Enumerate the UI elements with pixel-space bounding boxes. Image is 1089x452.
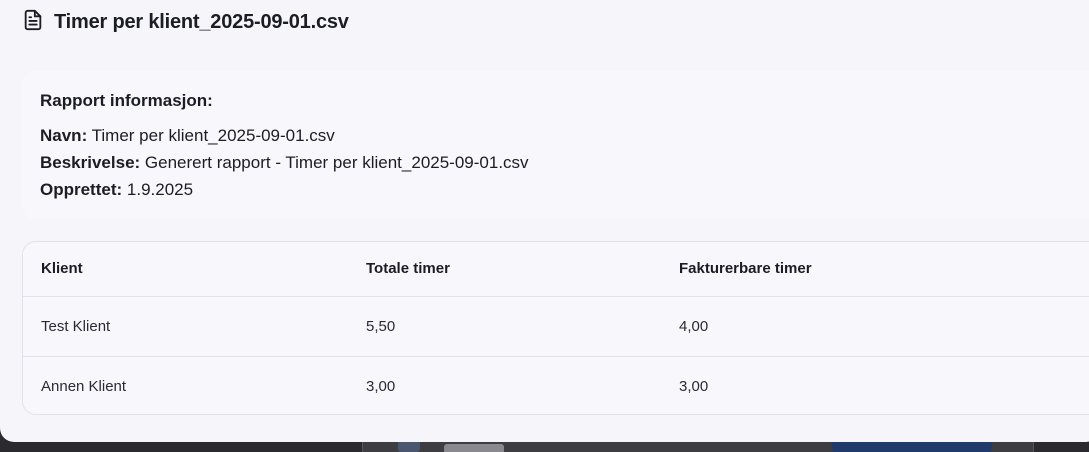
document-icon bbox=[22, 9, 44, 36]
cell-fakturerbare-timer: 4,00 bbox=[679, 317, 709, 335]
cell-totale-timer: 3,00 bbox=[348, 355, 661, 414]
info-description-value: Generert rapport - Timer per klient_2025… bbox=[144, 153, 529, 172]
background-text bbox=[444, 444, 504, 452]
cell-fakturerbare-timer: 3,00 bbox=[661, 355, 1089, 414]
column-header-totale-timer: Totale timer bbox=[348, 242, 661, 297]
info-created-value: 1.9.2025 bbox=[126, 180, 194, 199]
dialog-title: Timer per klient_2025-09-01.csv bbox=[54, 10, 349, 33]
report-dialog: Timer per klient_2025-09-01.csv Rapport … bbox=[0, 0, 1089, 442]
table-row: Annen Klient 3,00 3,00 bbox=[23, 355, 1089, 414]
info-created-label: Opprettet: bbox=[40, 180, 123, 199]
info-name-label: Navn: bbox=[40, 126, 88, 145]
report-table-card: Klient Totale timer Fakturerbare timer T… bbox=[22, 241, 1089, 415]
column-header-fakturerbare-timer: Fakturerbare timer bbox=[661, 242, 1089, 297]
info-name-value: Timer per klient_2025-09-01.csv bbox=[91, 126, 335, 145]
info-heading: Rapport informasjon: bbox=[40, 91, 213, 110]
info-created-row: Opprettet: 1.9.2025 bbox=[40, 176, 1089, 203]
info-name-row: Navn: Timer per klient_2025-09-01.csv bbox=[40, 122, 1089, 149]
info-description-row: Beskrivelse: Generert rapport - Timer pe… bbox=[40, 149, 1089, 176]
dialog-header: Timer per klient_2025-09-01.csv bbox=[22, 9, 349, 35]
report-table: Klient Totale timer Fakturerbare timer T… bbox=[23, 242, 1089, 414]
table-header-row: Klient Totale timer Fakturerbare timer bbox=[23, 242, 1089, 297]
table-row: Test Klient 5,50 4,00 bbox=[23, 296, 1089, 356]
cell-klient: Test Klient bbox=[41, 317, 111, 335]
cell-totale-timer: 5,50 bbox=[366, 317, 396, 335]
info-description-label: Beskrivelse: bbox=[40, 153, 141, 172]
column-header-klient: Klient bbox=[23, 242, 348, 297]
report-info-card: Rapport informasjon: Navn: Timer per kli… bbox=[22, 71, 1089, 219]
cell-klient: Annen Klient bbox=[23, 355, 348, 414]
